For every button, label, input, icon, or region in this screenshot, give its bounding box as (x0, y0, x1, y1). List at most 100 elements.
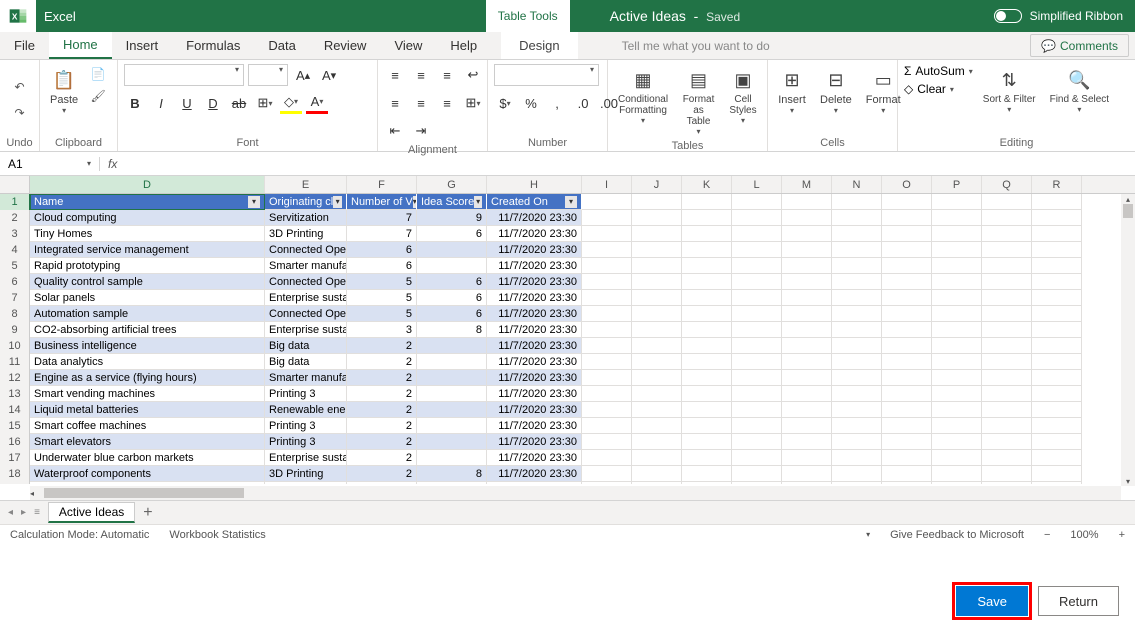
row-header-18[interactable]: 18 (0, 466, 30, 482)
cell-score[interactable] (417, 482, 487, 484)
cell-orig[interactable]: Servitization (265, 210, 347, 226)
cell-created[interactable]: 11/7/2020 23:30 (487, 306, 582, 322)
cell-empty[interactable] (932, 466, 982, 482)
row-header-15[interactable]: 15 (0, 418, 30, 434)
cell-orig[interactable]: Printing 3 (265, 418, 347, 434)
cell-empty[interactable] (582, 226, 632, 242)
row-header-16[interactable]: 16 (0, 434, 30, 450)
cell-empty[interactable] (682, 242, 732, 258)
cell-empty[interactable] (632, 402, 682, 418)
cell-empty[interactable] (582, 194, 632, 210)
cell-empty[interactable] (932, 370, 982, 386)
table-header-created[interactable]: Created On▾ (487, 194, 582, 210)
spreadsheet-grid[interactable]: D E F G H I J K L M N O P Q R 1Name▾Orig… (0, 176, 1135, 500)
cell-empty[interactable] (582, 434, 632, 450)
cell-empty[interactable] (632, 210, 682, 226)
cell-score[interactable]: 9 (417, 210, 487, 226)
cell-empty[interactable] (632, 466, 682, 482)
decrease-indent-button[interactable]: ⇤ (384, 120, 406, 142)
cell-empty[interactable] (732, 210, 782, 226)
sheet-list-icon[interactable]: ≡ (34, 507, 40, 518)
tab-home[interactable]: Home (49, 32, 112, 59)
cell-empty[interactable] (1032, 274, 1082, 290)
cell-empty[interactable] (832, 434, 882, 450)
cell-empty[interactable] (682, 370, 732, 386)
cell-name[interactable]: Smart vending machines (30, 386, 265, 402)
cell-votes[interactable]: 2 (347, 402, 417, 418)
tab-data[interactable]: Data (254, 32, 309, 59)
cell-created[interactable]: 11/7/2020 23:30 (487, 322, 582, 338)
row-header-11[interactable]: 11 (0, 354, 30, 370)
col-header-J[interactable]: J (632, 176, 682, 193)
cell-empty[interactable] (832, 194, 882, 210)
row-header-13[interactable]: 13 (0, 386, 30, 402)
cell-orig[interactable]: Smarter manufa (265, 370, 347, 386)
format-as-table-button[interactable]: ▤Format as Table▾ (678, 64, 719, 138)
cell-empty[interactable] (682, 466, 732, 482)
zoom-out-button[interactable]: − (1044, 529, 1050, 541)
cell-created[interactable]: 11/7/2020 23:30 (487, 226, 582, 242)
double-underline-button[interactable]: D (202, 92, 224, 114)
cell-empty[interactable] (982, 338, 1032, 354)
cell-score[interactable] (417, 338, 487, 354)
cell-created[interactable]: 11/7/2020 23:30 (487, 210, 582, 226)
col-header-P[interactable]: P (932, 176, 982, 193)
cell-votes[interactable]: 5 (347, 290, 417, 306)
cell-empty[interactable] (1032, 194, 1082, 210)
tab-help[interactable]: Help (436, 32, 491, 59)
cell-empty[interactable] (782, 194, 832, 210)
cell-votes[interactable]: 2 (347, 434, 417, 450)
name-box[interactable]: A1 ▾ (0, 157, 100, 171)
cell-empty[interactable] (832, 466, 882, 482)
row-header-19[interactable]: 19 (0, 482, 30, 484)
filter-icon[interactable]: ▾ (333, 196, 342, 208)
insert-cells-button[interactable]: ⊞Insert▾ (774, 64, 810, 117)
cell-empty[interactable] (682, 386, 732, 402)
cell-empty[interactable] (782, 354, 832, 370)
increase-font-button[interactable]: A▴ (292, 64, 314, 86)
cell-score[interactable]: 8 (417, 466, 487, 482)
cell-empty[interactable] (682, 194, 732, 210)
cell-empty[interactable] (932, 226, 982, 242)
cell-empty[interactable] (732, 274, 782, 290)
font-family-select[interactable]: ▾ (124, 64, 244, 86)
cell-empty[interactable] (982, 450, 1032, 466)
cell-empty[interactable] (1032, 210, 1082, 226)
scroll-down-arrow[interactable]: ▾ (1121, 476, 1135, 486)
sort-filter-button[interactable]: ⇅Sort & Filter▾ (979, 64, 1040, 116)
cell-empty[interactable] (982, 418, 1032, 434)
status-dropdown[interactable]: ▾ (866, 530, 870, 539)
cell-empty[interactable] (732, 258, 782, 274)
cell-empty[interactable] (932, 290, 982, 306)
cell-empty[interactable] (632, 194, 682, 210)
col-header-Q[interactable]: Q (982, 176, 1032, 193)
cell-empty[interactable] (982, 402, 1032, 418)
cell-votes[interactable]: 5 (347, 306, 417, 322)
cell-empty[interactable] (582, 418, 632, 434)
cell-score[interactable] (417, 370, 487, 386)
cell-empty[interactable] (832, 274, 882, 290)
return-button[interactable]: Return (1038, 586, 1119, 616)
cell-empty[interactable] (632, 418, 682, 434)
clear-button[interactable]: ◇ Clear ▾ (904, 82, 973, 96)
cell-empty[interactable] (732, 450, 782, 466)
decrease-font-button[interactable]: A▾ (318, 64, 340, 86)
cell-empty[interactable] (682, 210, 732, 226)
cell-name[interactable]: Quality control sample (30, 274, 265, 290)
toggle-switch-icon[interactable] (994, 9, 1022, 23)
cell-empty[interactable] (1032, 434, 1082, 450)
cell-empty[interactable] (582, 354, 632, 370)
horizontal-scrollbar[interactable]: ◂ (30, 486, 1121, 500)
cell-empty[interactable] (782, 290, 832, 306)
cell-empty[interactable] (782, 242, 832, 258)
select-all-corner[interactable] (0, 176, 30, 193)
cell-empty[interactable] (932, 306, 982, 322)
cell-empty[interactable] (582, 450, 632, 466)
cell-empty[interactable] (732, 322, 782, 338)
cell-empty[interactable] (582, 258, 632, 274)
cell-empty[interactable] (782, 338, 832, 354)
cell-empty[interactable] (732, 402, 782, 418)
cell-empty[interactable] (832, 242, 882, 258)
cell-empty[interactable] (932, 210, 982, 226)
hscroll-thumb[interactable] (44, 488, 244, 498)
